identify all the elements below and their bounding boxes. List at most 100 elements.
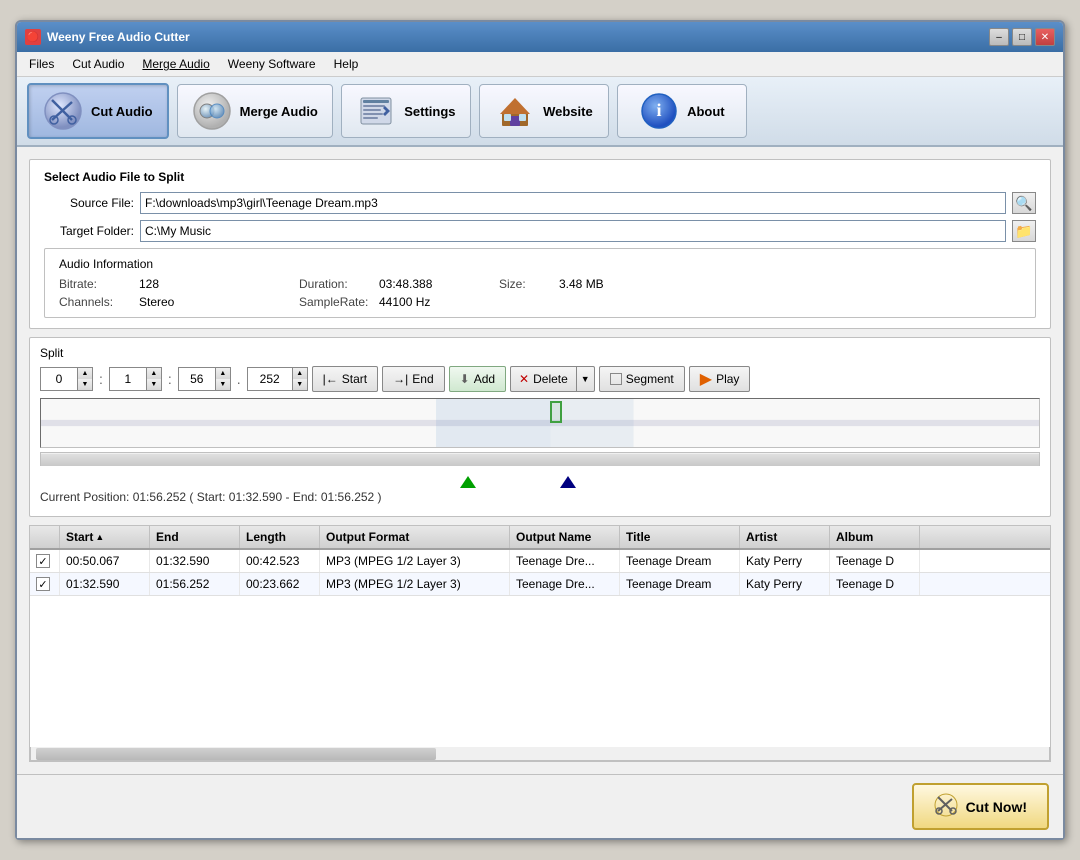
table-horizontal-scrollbar[interactable] [30, 747, 1050, 761]
row1-check[interactable]: ✓ [30, 550, 60, 572]
size-value: 3.48 MB [559, 277, 659, 291]
start-marker [460, 476, 476, 488]
title-bar: 🔴 Weeny Free Audio Cutter – □ ✕ [17, 22, 1063, 52]
add-label: Add [474, 372, 495, 386]
minimize-button[interactable]: – [989, 28, 1009, 46]
current-position-text: Current Position: 01:56.252 ( Start: 01:… [40, 490, 1040, 504]
minutes-spinner[interactable]: ▲ ▼ [109, 367, 162, 391]
end-button[interactable]: →| End [382, 366, 444, 392]
row1-artist: Katy Perry [740, 550, 830, 572]
menu-bar: Files Cut Audio Merge Audio Weeny Softwa… [17, 52, 1063, 77]
merge-audio-label: Merge Audio [240, 104, 318, 119]
delete-main[interactable]: ✕ Delete [511, 370, 576, 388]
sort-arrow: ▲ [95, 532, 104, 542]
row1-checkbox[interactable]: ✓ [36, 554, 50, 568]
hours-input[interactable] [41, 368, 77, 390]
row2-album: Teenage D [830, 573, 920, 595]
table-row[interactable]: ✓ 00:50.067 01:32.590 00:42.523 MP3 (MPE… [30, 550, 1050, 573]
ms-down[interactable]: ▼ [293, 379, 307, 390]
toolbar-merge-audio[interactable]: Merge Audio [177, 84, 333, 138]
col-check [30, 526, 60, 548]
delete-button[interactable]: ✕ Delete ▼ [510, 366, 595, 392]
sep2: : [166, 371, 174, 387]
segment-button[interactable]: Segment [599, 366, 685, 392]
hours-up[interactable]: ▲ [78, 368, 92, 379]
add-button[interactable]: ⬇ Add [449, 366, 506, 392]
play-button[interactable]: ▶ Play [689, 366, 751, 392]
audio-info-section: Audio Information Bitrate: 128 Duration:… [44, 248, 1036, 318]
toolbar-about[interactable]: i About [617, 84, 747, 138]
settings-icon [356, 91, 396, 131]
col-length[interactable]: Length [240, 526, 320, 548]
toolbar-website[interactable]: Website [479, 84, 609, 138]
play-label: Play [716, 372, 739, 386]
row2-checkbox[interactable]: ✓ [36, 577, 50, 591]
sep1: : [97, 371, 105, 387]
col-artist[interactable]: Artist [740, 526, 830, 548]
split-section: Split ▲ ▼ : ▲ ▼ : [29, 337, 1051, 517]
website-icon [495, 91, 535, 131]
add-icon: ⬇ [460, 372, 470, 386]
close-button[interactable]: ✕ [1035, 28, 1055, 46]
cut-now-button[interactable]: Cut Now! [912, 783, 1049, 830]
app-icon: 🔴 [25, 29, 41, 45]
toolbar: Cut Audio [17, 77, 1063, 147]
channels-label: Channels: [59, 295, 139, 309]
window-controls: – □ ✕ [989, 28, 1055, 46]
row2-output-name: Teenage Dre... [510, 573, 620, 595]
col-title[interactable]: Title [620, 526, 740, 548]
col-format[interactable]: Output Format [320, 526, 510, 548]
source-file-input[interactable] [140, 192, 1006, 214]
maximize-button[interactable]: □ [1012, 28, 1032, 46]
start-icon: |← [323, 372, 338, 386]
source-file-row: Source File: 🔍 [44, 192, 1036, 214]
seconds-spinner[interactable]: ▲ ▼ [178, 367, 231, 391]
menu-help[interactable]: Help [326, 54, 367, 74]
menu-cut-audio[interactable]: Cut Audio [64, 54, 132, 74]
samplerate-label: SampleRate: [299, 295, 379, 309]
ms-up[interactable]: ▲ [293, 368, 307, 379]
hours-spinner[interactable]: ▲ ▼ [40, 367, 93, 391]
col-end[interactable]: End [150, 526, 240, 548]
ms-spinner[interactable]: ▲ ▼ [247, 367, 308, 391]
minutes-input[interactable] [110, 368, 146, 390]
duration-label: Duration: [299, 277, 379, 291]
channels-value: Stereo [139, 295, 299, 309]
row1-format: MP3 (MPEG 1/2 Layer 3) [320, 550, 510, 572]
main-content: Select Audio File to Split Source File: … [17, 147, 1063, 774]
play-icon: ▶ [700, 369, 712, 389]
seconds-input[interactable] [179, 368, 215, 390]
col-output-name[interactable]: Output Name [510, 526, 620, 548]
delete-icon: ✕ [519, 372, 529, 386]
file-select-title: Select Audio File to Split [44, 170, 1036, 184]
end-icon: →| [393, 372, 408, 386]
seconds-down[interactable]: ▼ [216, 379, 230, 390]
col-start[interactable]: Start ▲ [60, 526, 150, 548]
col-album[interactable]: Album [830, 526, 920, 548]
audio-info-grid: Bitrate: 128 Duration: 03:48.388 Size: 3… [59, 277, 1021, 309]
hours-down[interactable]: ▼ [78, 379, 92, 390]
table-row[interactable]: ✓ 01:32.590 01:56.252 00:23.662 MP3 (MPE… [30, 573, 1050, 596]
segment-label: Segment [626, 372, 674, 386]
waveform-scrollbar[interactable] [40, 452, 1040, 466]
sep3: . [235, 371, 243, 387]
menu-files[interactable]: Files [21, 54, 62, 74]
minutes-down[interactable]: ▼ [147, 379, 161, 390]
bottom-bar: Cut Now! [17, 774, 1063, 838]
row1-title: Teenage Dream [620, 550, 740, 572]
hscroll-thumb [36, 748, 436, 760]
row2-check[interactable]: ✓ [30, 573, 60, 595]
toolbar-settings[interactable]: Settings [341, 84, 471, 138]
toolbar-cut-audio[interactable]: Cut Audio [27, 83, 169, 139]
target-browse-button[interactable]: 📁 [1012, 220, 1036, 242]
source-browse-button[interactable]: 🔍 [1012, 192, 1036, 214]
menu-weeny-software[interactable]: Weeny Software [220, 54, 324, 74]
delete-dropdown-arrow[interactable]: ▼ [576, 367, 594, 391]
target-folder-input[interactable] [140, 220, 1006, 242]
ms-input[interactable] [248, 368, 292, 390]
seconds-up[interactable]: ▲ [216, 368, 230, 379]
waveform-display[interactable] [40, 398, 1040, 448]
minutes-up[interactable]: ▲ [147, 368, 161, 379]
menu-merge-audio[interactable]: Merge Audio [134, 54, 217, 74]
start-button[interactable]: |← Start [312, 366, 378, 392]
